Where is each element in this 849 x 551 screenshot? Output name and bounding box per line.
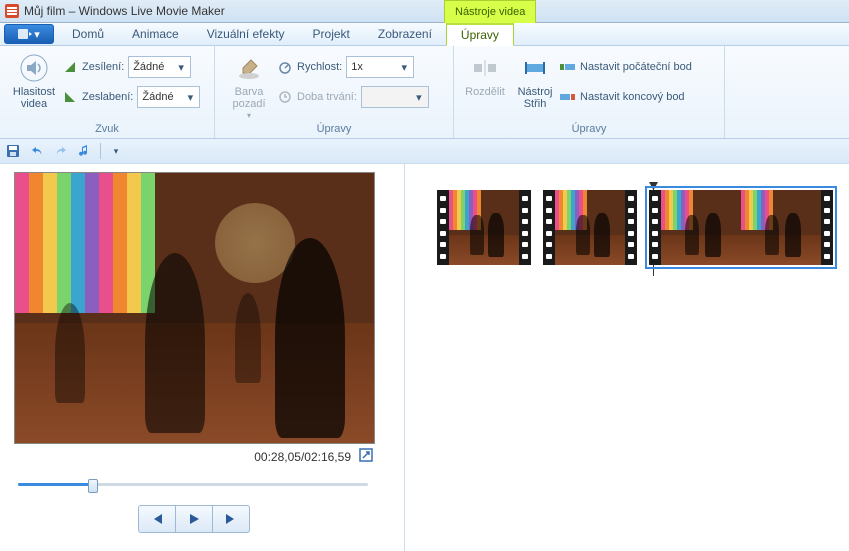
ribbon-group-edit-1: Barva pozadí ▾ Rychlost: 1x▾ Doba trvání… — [215, 46, 454, 138]
fade-in-row: Zesílení: Žádné▾ — [62, 54, 200, 80]
play-button[interactable] — [176, 505, 213, 533]
chevron-down-icon: ▾ — [183, 91, 197, 104]
tab-edit[interactable]: Úpravy — [446, 23, 514, 46]
clip-1[interactable] — [437, 190, 531, 265]
fade-in-combo[interactable]: Žádné▾ — [128, 56, 191, 78]
fade-out-label: Zeslabení: — [82, 91, 133, 103]
trim-tool-button[interactable]: Nástroj Střih — [510, 48, 560, 110]
tab-view[interactable]: Zobrazení — [364, 23, 446, 45]
timeline-pane[interactable] — [405, 164, 849, 551]
clock-icon — [277, 89, 293, 105]
fade-out-row: Zeslabení: Žádné▾ — [62, 84, 200, 110]
trim-icon — [519, 52, 551, 84]
prev-frame-button[interactable] — [138, 505, 176, 533]
contextual-tab-header: Nástroje videa — [444, 0, 536, 23]
fade-out-icon — [62, 89, 78, 105]
tab-home[interactable]: Domů — [58, 23, 118, 45]
playback-controls — [14, 505, 373, 533]
split-icon — [469, 52, 501, 84]
video-volume-button[interactable]: Hlasitost videa — [6, 48, 62, 110]
duration-label: Doba trvání: — [297, 91, 357, 103]
group-label-edit-2: Úpravy — [460, 122, 718, 138]
speed-combo[interactable]: 1x▾ — [346, 56, 414, 78]
chevron-down-icon: ▾ — [397, 61, 411, 74]
next-frame-button[interactable] — [213, 505, 250, 533]
tab-visual-effects[interactable]: Vizuální efekty — [193, 23, 299, 45]
window-title: Můj film – Windows Live Movie Maker — [24, 4, 225, 18]
preview-pane: 00:28,05/02:16,59 — [0, 164, 405, 551]
chevron-down-icon: ▾ — [412, 91, 426, 104]
fullscreen-button[interactable] — [359, 448, 373, 465]
set-start-label: Nastavit počáteční bod — [580, 61, 692, 73]
set-end-label: Nastavit koncový bod — [580, 91, 685, 103]
trim-tool-label: Nástroj Střih — [518, 86, 553, 110]
music-note-icon[interactable] — [76, 142, 94, 160]
set-start-row[interactable]: Nastavit počáteční bod — [560, 54, 696, 80]
qat-customize[interactable]: ▾ — [107, 142, 125, 160]
undo-button[interactable] — [28, 142, 46, 160]
seek-slider[interactable] — [18, 477, 368, 491]
title-bar: Můj film – Windows Live Movie Maker Nást… — [0, 0, 849, 23]
duration-row: Doba trvání: ▾ — [277, 84, 429, 110]
ribbon-group-edit-2: Rozdělit Nástroj Střih Nastavit počátečn… — [454, 46, 725, 138]
time-display-row: 00:28,05/02:16,59 — [14, 444, 381, 465]
fade-in-icon — [62, 59, 78, 75]
set-end-row[interactable]: Nastavit koncový bod — [560, 84, 696, 110]
time-display: 00:28,05/02:16,59 — [254, 450, 351, 464]
speaker-icon — [18, 52, 50, 84]
group-label-edit-1: Úpravy — [221, 122, 447, 138]
duration-combo: ▾ — [361, 86, 429, 108]
clip-2[interactable] — [543, 190, 637, 265]
file-menu-button[interactable]: ▾ — [4, 24, 54, 44]
content-area: 00:28,05/02:16,59 — [0, 164, 849, 551]
ribbon: Hlasitost videa Zesílení: Žádné▾ Zeslabe… — [0, 46, 849, 139]
chevron-down-icon: ▾ — [247, 110, 251, 122]
background-color-button: Barva pozadí ▾ — [221, 48, 277, 122]
video-preview[interactable] — [14, 172, 375, 444]
split-button: Rozdělit — [460, 48, 510, 98]
app-icon — [4, 3, 20, 19]
quick-access-toolbar: ▾ — [0, 139, 849, 164]
separator — [100, 143, 101, 159]
group-label-sound: Zvuk — [6, 122, 208, 138]
tab-animations[interactable]: Animace — [118, 23, 193, 45]
chevron-down-icon: ▾ — [174, 61, 188, 74]
save-button[interactable] — [4, 142, 22, 160]
set-end-icon — [560, 89, 576, 105]
video-volume-label: Hlasitost videa — [13, 86, 55, 110]
menu-bar: ▾ Domů Animace Vizuální efekty Projekt Z… — [0, 23, 849, 46]
speed-row: Rychlost: 1x▾ — [277, 54, 429, 80]
speedometer-icon — [277, 59, 293, 75]
tab-project[interactable]: Projekt — [299, 23, 364, 45]
background-color-label: Barva pozadí — [232, 86, 265, 110]
split-label: Rozdělit — [465, 86, 505, 98]
redo-button[interactable] — [52, 142, 70, 160]
fade-in-label: Zesílení: — [82, 61, 124, 73]
set-start-icon — [560, 59, 576, 75]
speed-label: Rychlost: — [297, 61, 342, 73]
fade-out-combo[interactable]: Žádné▾ — [137, 86, 200, 108]
clip-3[interactable] — [649, 190, 833, 265]
paint-bucket-icon — [233, 52, 265, 84]
ribbon-group-sound: Hlasitost videa Zesílení: Žádné▾ Zeslabe… — [0, 46, 215, 138]
